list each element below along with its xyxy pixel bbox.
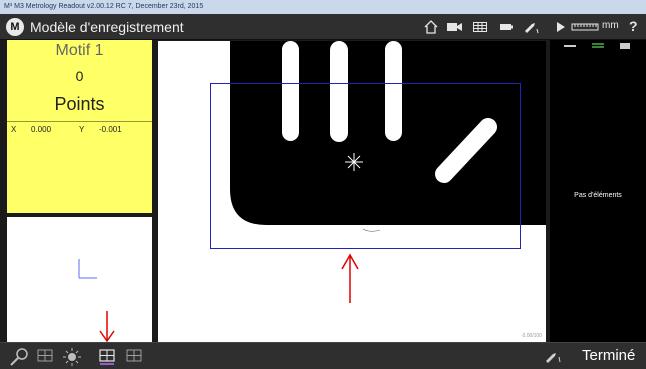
light-icon[interactable] [62,347,82,367]
point-count-label: Points [54,94,105,114]
annotation-arrow [341,253,359,303]
grid-icon[interactable] [472,19,488,35]
home-icon[interactable] [423,19,439,35]
probe-icon[interactable] [544,347,564,365]
annotation-arrow-down [99,311,115,343]
page-title: Modèle d'enregistrement [30,19,184,35]
bottom-toolbar: Terminé [0,342,646,369]
feature-name: Motif 1 [55,42,104,59]
play-icon[interactable] [555,19,567,35]
done-button[interactable]: Terminé [576,345,641,367]
axis-icon [78,259,97,279]
probe-icon[interactable] [523,19,541,35]
y-value: -0.001 [99,125,122,134]
os-title-text: M³ M3 Metrology Readout v2.00.12 RC 7, D… [4,3,204,10]
x-value: 0.000 [31,125,52,134]
grid-tool-icon[interactable] [36,347,54,365]
no-elements-text: Pas d'éléments [574,192,622,199]
app-header: M Modèle d'enregistrement mm ? [0,14,646,40]
feature-info-panel: Motif 1 0 Points X 0.000 Y -0.001 [7,40,152,213]
point-count: 0 [75,68,84,84]
app-logo[interactable]: M [6,18,24,36]
measurement-roi[interactable] [210,83,521,249]
pattern-grid-icon[interactable] [125,347,143,365]
help-button[interactable]: ? [629,18,638,34]
view-mode-icons[interactable] [550,42,646,52]
battery-icon[interactable] [499,19,515,35]
x-label: X [11,125,17,134]
pattern-record-icon[interactable] [97,347,117,367]
mini-preview [7,217,152,342]
os-title-bar: M³ M3 Metrology Readout v2.00.12 RC 7, D… [0,0,646,14]
panel-divider [7,121,152,122]
app-window: M³ M3 Metrology Readout v2.00.12 RC 7, D… [0,0,646,369]
camera-view[interactable]: 0.00/100 [158,41,546,342]
measure-tool-icon[interactable] [8,347,30,367]
y-label: Y [79,125,85,134]
video-camera-icon[interactable] [446,19,464,35]
scale-ruler-icon[interactable] [571,19,599,35]
scale-readout: 0.00/100 [522,333,542,339]
unit-indicator[interactable]: mm [602,20,619,31]
elements-panel: Pas d'éléments [550,40,646,342]
